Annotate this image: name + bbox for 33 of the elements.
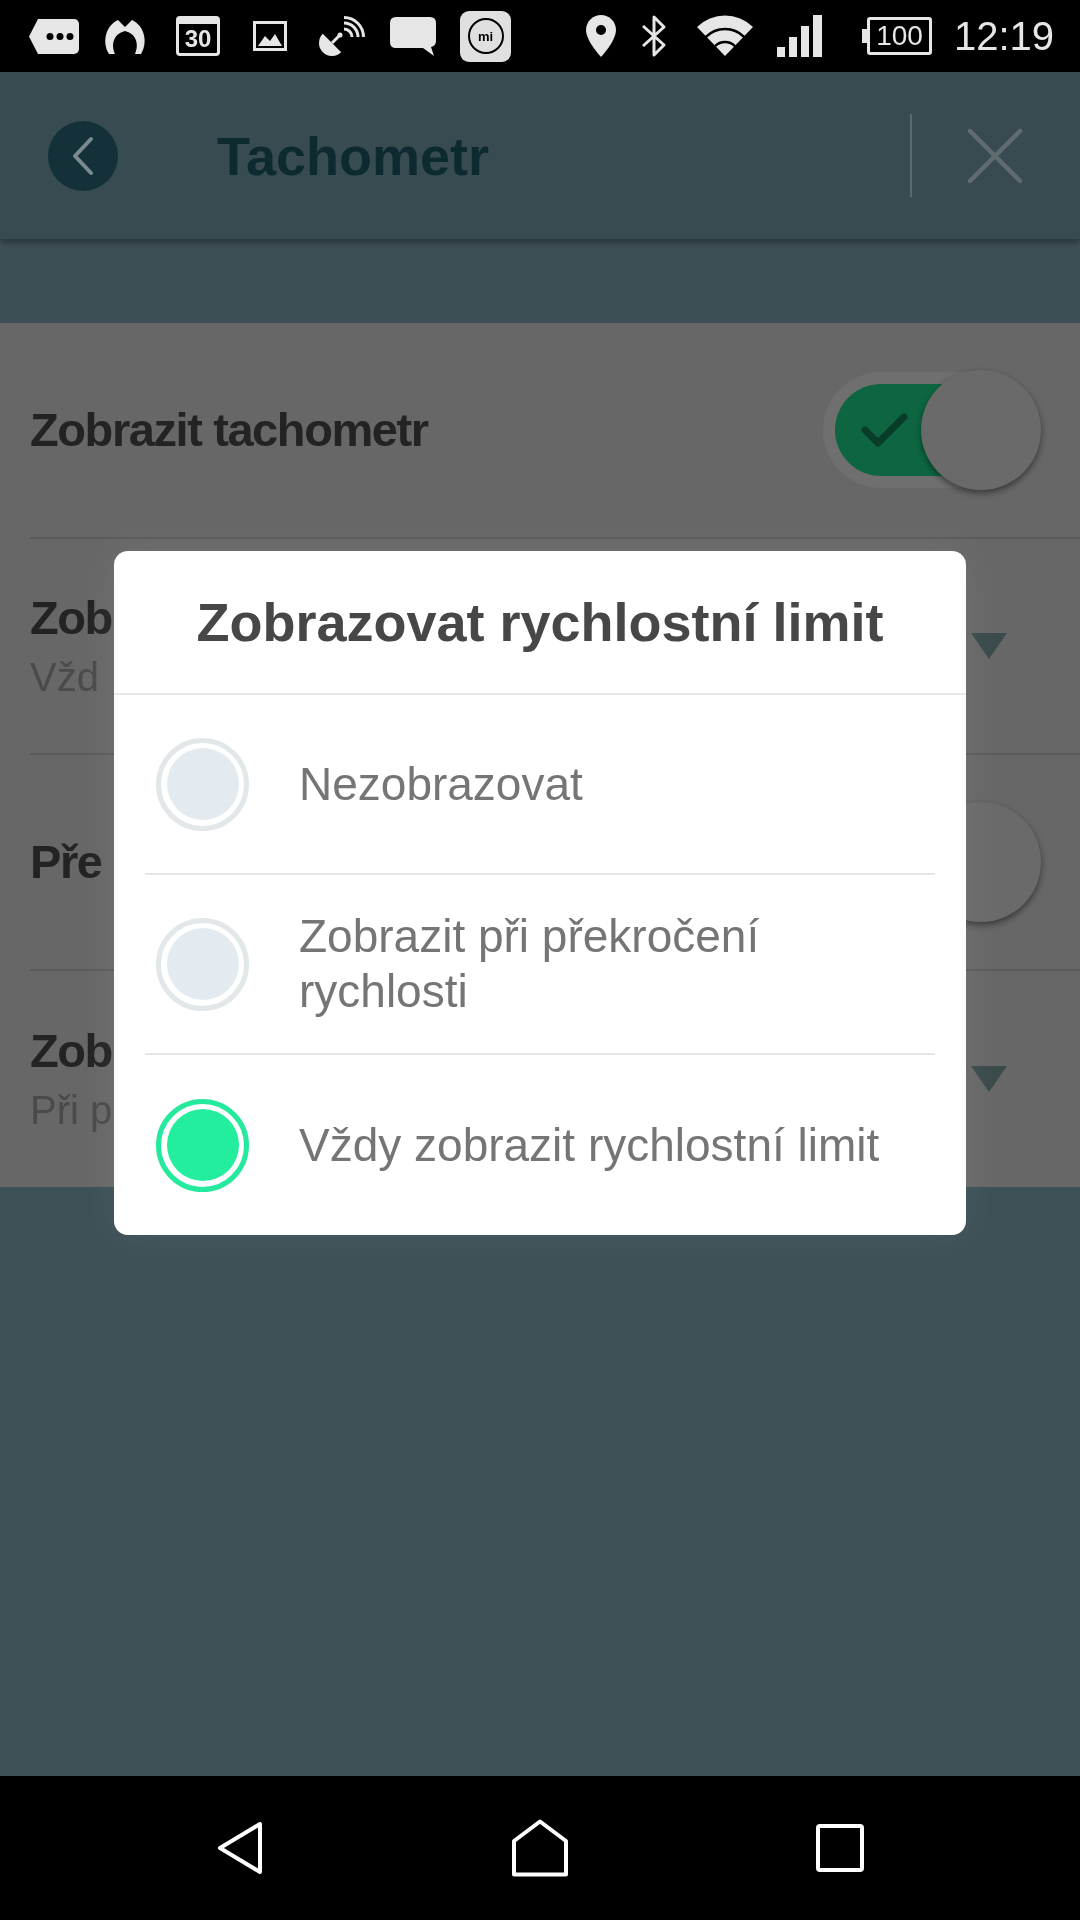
clock-time: 12:19: [953, 16, 1054, 56]
radio-button[interactable]: [156, 737, 249, 831]
horseshoe-icon: [102, 18, 148, 54]
setting-title: Pře: [30, 834, 102, 890]
recent-apps-icon[interactable]: [816, 1824, 864, 1872]
wifi-icon: [696, 15, 755, 57]
satellite-dish-icon: [318, 16, 365, 56]
setting-title: Zob: [30, 1023, 113, 1079]
option-label: Zobrazit při překročení rychlosti: [299, 909, 761, 1019]
close-icon: [967, 127, 1023, 184]
app-logo: mi: [460, 10, 511, 62]
radio-button[interactable]: [156, 917, 249, 1011]
battery-indicator: 100: [862, 17, 932, 55]
option-label: Nezobrazovat: [299, 756, 583, 812]
switch-thumb[interactable]: [921, 370, 1041, 490]
back-icon[interactable]: [216, 1820, 264, 1876]
calendar-date: 30: [176, 16, 220, 56]
location-pin-icon: [586, 15, 617, 57]
setting-title: Zob: [30, 590, 112, 646]
check-icon: [861, 412, 908, 448]
caret-down-icon[interactable]: [971, 633, 1007, 659]
radio-button[interactable]: [156, 1098, 249, 1192]
home-icon[interactable]: [511, 1819, 569, 1877]
image-icon: [253, 21, 287, 51]
speech-bubble-icon: [389, 16, 437, 56]
close-button[interactable]: [967, 127, 1023, 184]
chevron-left-icon: [71, 135, 95, 176]
caret-down-icon[interactable]: [971, 1066, 1007, 1092]
signal-icon: [777, 15, 823, 57]
option-label: Vždy zobrazit rychlostní limit: [299, 1117, 880, 1173]
setting-title: Zobrazit tachometr: [30, 402, 428, 458]
toggle-switch[interactable]: [823, 370, 1041, 490]
message-dots-icon: [29, 18, 79, 54]
